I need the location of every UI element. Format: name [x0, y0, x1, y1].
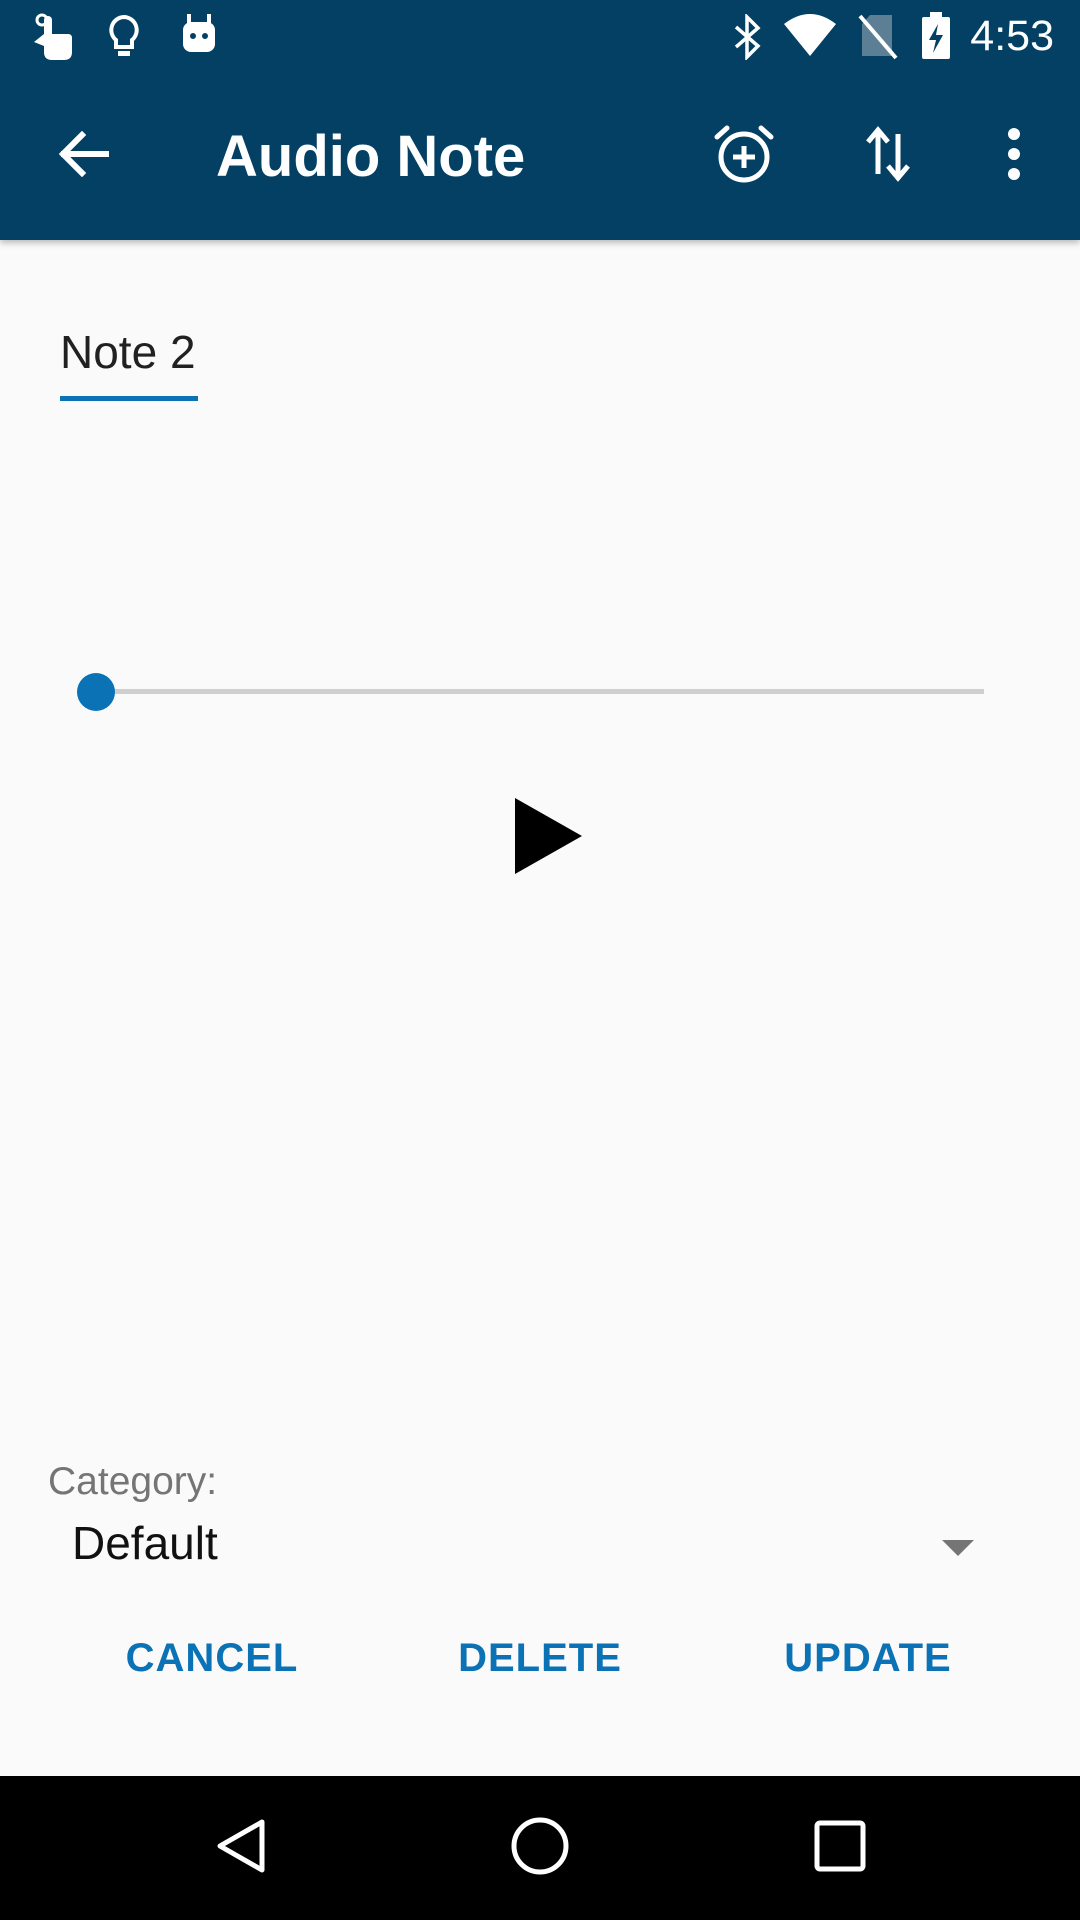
- add-alarm-button[interactable]: [692, 104, 796, 208]
- note-title-field[interactable]: Note 2: [60, 322, 198, 401]
- bluetooth-icon: [732, 12, 762, 65]
- cancel-button[interactable]: CANCEL: [112, 1626, 312, 1690]
- nav-recents-button[interactable]: [790, 1798, 890, 1898]
- back-button[interactable]: [32, 104, 136, 208]
- overflow-menu-button[interactable]: [962, 104, 1066, 208]
- more-vert-icon: [1006, 127, 1022, 185]
- status-time: 4:53: [970, 12, 1054, 60]
- dropdown-arrow-icon: [942, 1540, 974, 1556]
- arrow-back-icon: [58, 130, 110, 182]
- category-label: Category:: [48, 1460, 218, 1503]
- play-icon: [500, 798, 600, 890]
- play-button[interactable]: [500, 786, 600, 886]
- navigation-bar: [0, 1776, 1080, 1920]
- category-dropdown[interactable]: Default: [48, 1512, 988, 1584]
- lightbulb-icon: [108, 14, 140, 65]
- page-title: Audio Note: [216, 124, 526, 189]
- home-circle-icon: [509, 1815, 571, 1882]
- recents-square-icon: [812, 1818, 868, 1879]
- seek-bar-thumb[interactable]: [77, 673, 115, 711]
- alarm-add-icon: [713, 123, 775, 190]
- battery-charging-icon: [920, 10, 952, 65]
- touch-notification-icon: [30, 12, 76, 67]
- nav-home-button[interactable]: [490, 1798, 590, 1898]
- back-triangle-icon: [212, 1816, 272, 1881]
- status-bar: 4:53: [0, 0, 1080, 75]
- swap-vertical-icon: [865, 125, 911, 187]
- sort-button[interactable]: [836, 104, 940, 208]
- android-icon: [180, 12, 218, 61]
- update-button[interactable]: UPDATE: [768, 1626, 968, 1690]
- no-sim-icon: [858, 12, 898, 65]
- nav-back-button[interactable]: [192, 1798, 292, 1898]
- delete-button[interactable]: DELETE: [440, 1626, 640, 1690]
- wifi-icon: [782, 12, 838, 63]
- app-bar: 4:53 Audio Note: [0, 0, 1080, 240]
- seek-bar-track[interactable]: [96, 689, 984, 694]
- category-selected-value: Default: [72, 1517, 218, 1569]
